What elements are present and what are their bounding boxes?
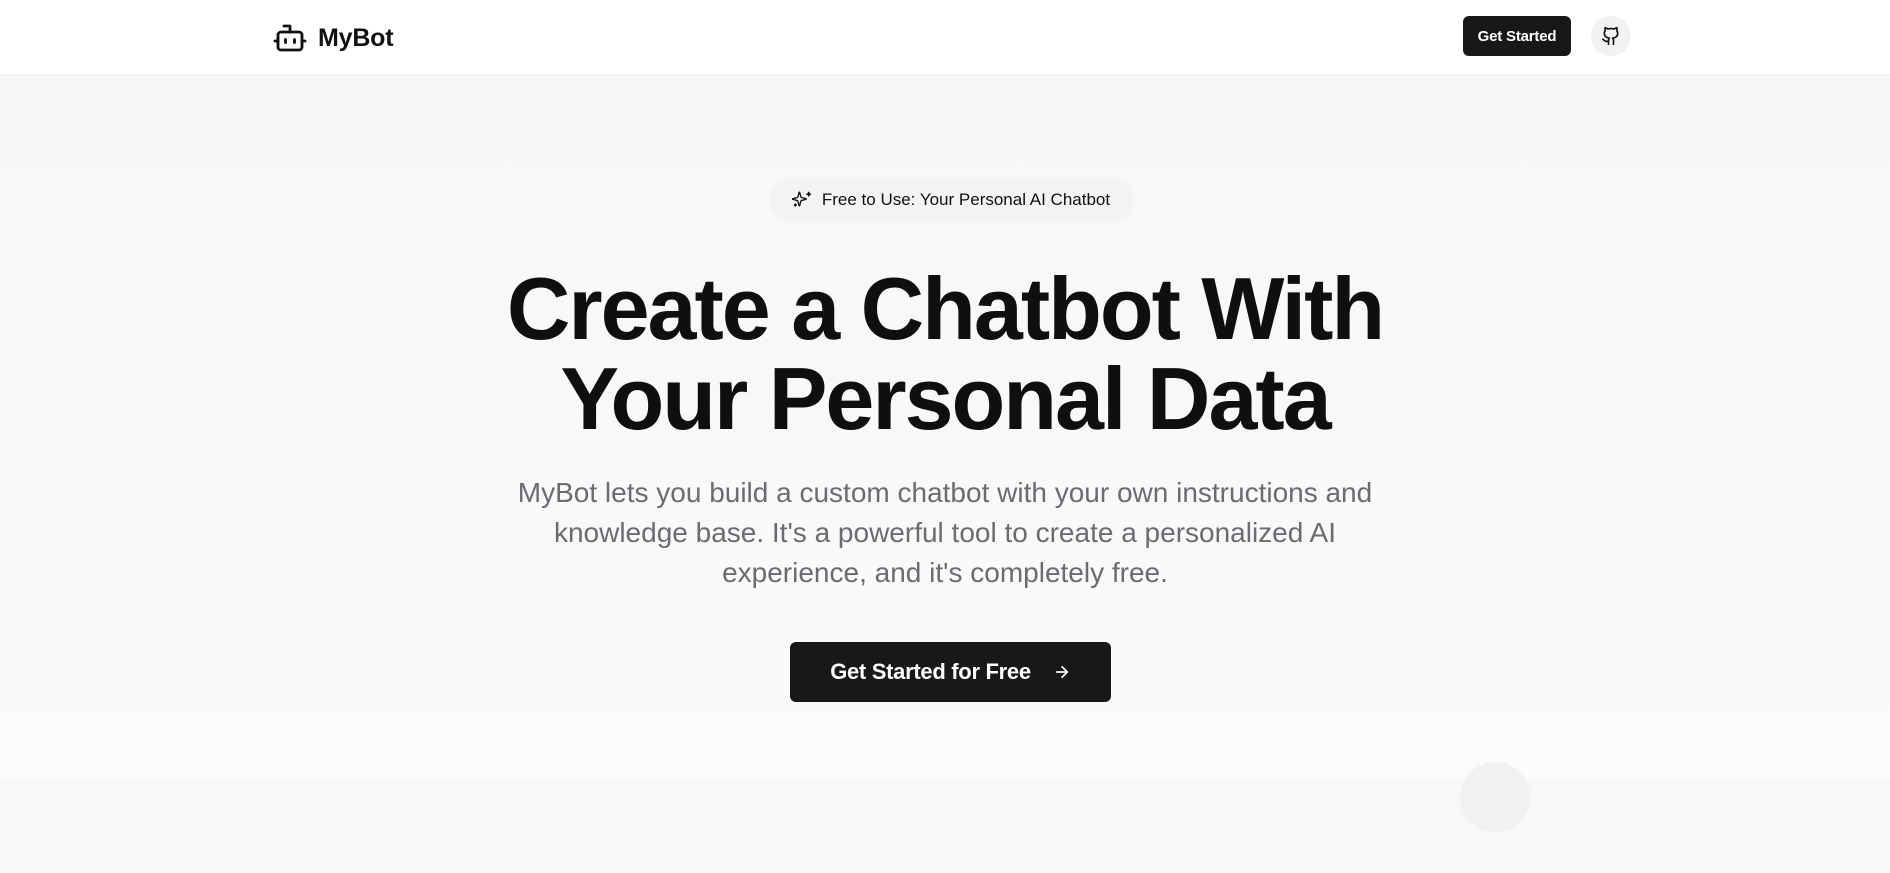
- arrow-right-icon: [1055, 665, 1068, 679]
- hero-subtitle: MyBot lets you build a custom chatbot wi…: [470, 473, 1420, 593]
- decorative-circle: [1460, 762, 1530, 832]
- hero-badge: Free to Use: Your Personal AI Chatbot: [769, 179, 1133, 221]
- landing-page: MyBot Get Started Free to Use: Your Pers…: [0, 0, 1890, 873]
- hero-headline-line-1: Create a Chatbot With: [506, 259, 1385, 358]
- hero-subtitle-line-3: experience, and it's completely free.: [722, 557, 1168, 588]
- hero-subtitle-line-1: MyBot lets you build a custom chatbot wi…: [517, 477, 1373, 508]
- hero-headline: Create a Chatbot With Your Personal Data: [345, 264, 1545, 444]
- hero-subtitle-line-2: knowledge base. It's a powerful tool to …: [553, 517, 1337, 548]
- cta-label: Get Started for Free: [830, 659, 1031, 684]
- get-started-for-free-button[interactable]: Get Started for Free: [790, 642, 1111, 702]
- hero-badge-text: Free to Use: Your Personal AI Chatbot: [821, 190, 1111, 209]
- site-header: MyBot Get Started: [0, 0, 1890, 76]
- robot-icon: [273, 24, 307, 52]
- sparkles-icon: [791, 191, 812, 207]
- github-link[interactable]: [1591, 16, 1631, 56]
- brand-name: MyBot: [318, 23, 394, 52]
- hero-headline-line-2: Your Personal Data: [560, 349, 1331, 448]
- brand-logo-link[interactable]: MyBot: [272, 18, 394, 58]
- github-icon: [1601, 26, 1619, 46]
- header-get-started-button[interactable]: Get Started: [1463, 16, 1571, 56]
- lower-section: [0, 781, 1890, 873]
